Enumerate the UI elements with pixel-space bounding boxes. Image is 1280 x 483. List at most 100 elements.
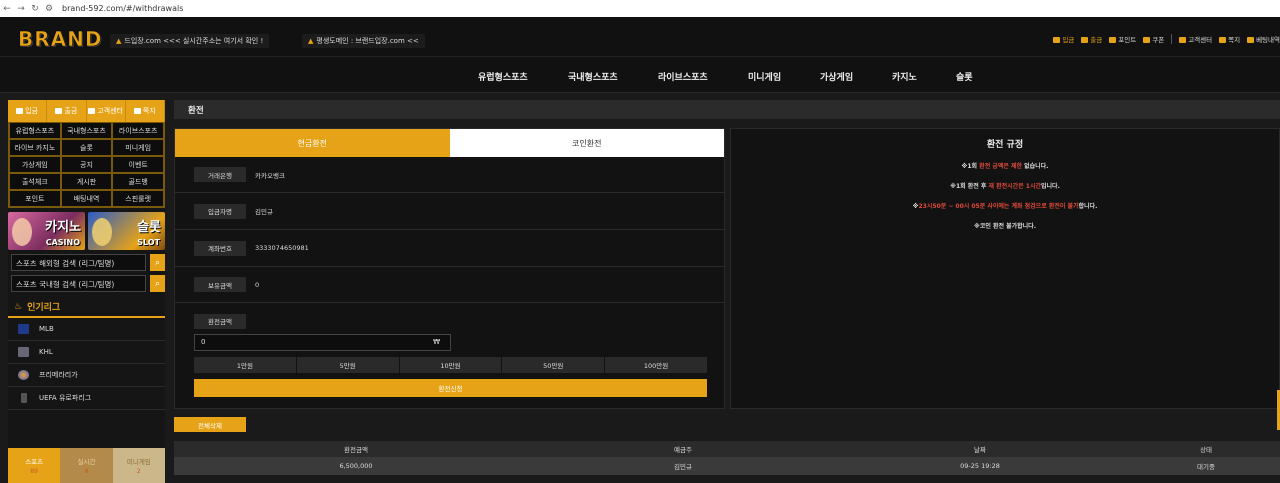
depositor-label: 입금자명 bbox=[194, 203, 246, 219]
message-icon bbox=[1219, 37, 1227, 43]
casino-banner[interactable]: 카지노 CASINO bbox=[8, 212, 85, 250]
forward-icon[interactable]: → bbox=[14, 4, 28, 14]
link-withdraw[interactable]: 출금 bbox=[1081, 34, 1102, 44]
sidebar-item[interactable]: 라이브스포츠 bbox=[112, 122, 164, 139]
league-item[interactable]: 프리메라리가 bbox=[8, 364, 165, 387]
chip-50k[interactable]: 5만원 bbox=[296, 357, 399, 373]
sidebar-item[interactable]: 국내형스포츠 bbox=[60, 122, 113, 139]
amount-input[interactable]: 0 ₩ bbox=[194, 334, 451, 351]
cell-amount: 6,500,000 bbox=[339, 462, 373, 470]
tab-cash-withdraw[interactable]: 현금환전 bbox=[175, 129, 450, 157]
sidebar-message[interactable]: 쪽지 bbox=[126, 100, 165, 122]
balance-row: 보유금액 0 bbox=[175, 267, 724, 303]
nav-virtual[interactable]: 가상게임 bbox=[820, 70, 853, 83]
point-icon bbox=[1109, 37, 1117, 43]
chip-10k[interactable]: 1만원 bbox=[194, 357, 296, 373]
sidebar-item[interactable]: 출석체크 bbox=[9, 173, 61, 190]
link-support[interactable]: 고객센터 bbox=[1179, 34, 1212, 44]
link-bet-history[interactable]: 베팅내역 bbox=[1247, 34, 1280, 44]
reload-icon[interactable]: ↻ bbox=[28, 4, 42, 14]
nav-domestic-sports[interactable]: 국내형스포츠 bbox=[568, 70, 618, 83]
delete-all-button[interactable]: 전체삭제 bbox=[174, 417, 246, 432]
withdraw-icon bbox=[1081, 37, 1089, 43]
rule-line: ※23시50분 ~ 00시 05분 사이에는 계좌 점검으로 환전이 불가합니다… bbox=[912, 203, 1098, 210]
main-nav: 유럽형스포츠 국내형스포츠 라이브스포츠 미니게임 가상게임 카지노 슬롯 bbox=[0, 57, 1280, 93]
search-overseas-input[interactable]: 스포츠 해외형 검색 (리그/팀명) bbox=[11, 254, 146, 271]
tab-live[interactable]: 실시간 8 bbox=[60, 448, 113, 483]
sidebar-item[interactable]: 골드뱅 bbox=[112, 173, 164, 190]
search-icon[interactable]: ⌕ bbox=[150, 254, 165, 271]
nav-euro-sports[interactable]: 유럽형스포츠 bbox=[478, 70, 528, 83]
won-icon: ₩ bbox=[433, 338, 440, 346]
withdraw-history-table: 환전금액 예금주 날짜 상태 6,500,000 김민규 09-25 19:28… bbox=[174, 441, 1280, 475]
nav-live-sports[interactable]: 라이브스포츠 bbox=[658, 70, 708, 83]
col-status: 상태 bbox=[1200, 446, 1212, 454]
search-overseas: 스포츠 해외형 검색 (리그/팀명) ⌕ bbox=[8, 254, 165, 271]
sidebar-item[interactable]: 유럽형스포츠 bbox=[9, 122, 61, 139]
league-item[interactable]: UEFA 유로파리그 bbox=[8, 387, 165, 410]
depositor-value: 김민규 bbox=[255, 208, 273, 216]
chip-500k[interactable]: 50만원 bbox=[502, 357, 605, 373]
brand-logo[interactable]: BRAND bbox=[18, 27, 102, 52]
europa-league-icon bbox=[21, 393, 27, 403]
withdraw-submit-button[interactable]: 환전신청 bbox=[194, 379, 707, 397]
nav-slot[interactable]: 슬롯 bbox=[956, 70, 973, 83]
sidebar-item[interactable]: 공지 bbox=[60, 156, 113, 173]
slot-banner[interactable]: 슬롯 SLOT bbox=[88, 212, 165, 250]
bank-value: 카카오뱅크 bbox=[255, 171, 285, 180]
withdraw-form-panel: 현금환전 코인환전 거래은행 카카오뱅크 입금자명 김민규 계좌번호 33330… bbox=[174, 128, 725, 409]
notice-1: ▲ 드입장.com <<< 실시간주소는 여기서 확인 ! bbox=[110, 34, 270, 48]
link-message[interactable]: 쪽지 bbox=[1219, 34, 1240, 44]
sidebar-item[interactable]: 게시판 bbox=[60, 173, 113, 190]
sidebar-support[interactable]: 고객센터 bbox=[87, 100, 126, 122]
game-banners: 카지노 CASINO 슬롯 SLOT bbox=[8, 212, 165, 250]
link-coupon[interactable]: 쿠폰 bbox=[1143, 34, 1164, 44]
table-row: 6,500,000 김민규 09-25 19:28 대기중 bbox=[174, 457, 1280, 475]
link-deposit[interactable]: 입금 bbox=[1053, 34, 1074, 44]
rule-line: ※코인 환전 불가합니다. bbox=[974, 223, 1036, 230]
amount-chips: 1만원 5만원 10만원 50만원 100만원 bbox=[194, 357, 707, 373]
sidebar-item[interactable]: 스핀룰렛 bbox=[112, 190, 164, 207]
link-point[interactable]: 포인트 bbox=[1109, 34, 1136, 44]
sidebar-menu-grid: 유럽형스포츠 국내형스포츠 라이브스포츠 라이브 카지노 슬롯 미니게임 가상게… bbox=[8, 122, 165, 208]
mlb-icon bbox=[18, 324, 29, 334]
league-item[interactable]: MLB bbox=[8, 318, 165, 341]
search-domestic-input[interactable]: 스포츠 국내형 검색 (리그/팀명) bbox=[11, 275, 146, 292]
back-icon[interactable]: ← bbox=[0, 4, 14, 14]
nav-minigame[interactable]: 미니게임 bbox=[748, 70, 781, 83]
laliga-icon bbox=[18, 370, 29, 380]
sidebar-deposit[interactable]: 입금 bbox=[8, 100, 48, 122]
main-content: 환전 현금환전 코인환전 거래은행 카카오뱅크 입금자명 김민규 계좌번호 33… bbox=[174, 100, 1280, 483]
nav-casino[interactable]: 카지노 bbox=[892, 70, 917, 83]
search-icon[interactable]: ⌕ bbox=[150, 275, 165, 292]
sidebar: 입금 출금 고객센터 쪽지 유럽형스포츠 국내형스포츠 라이브스포츠 라이브 카… bbox=[8, 100, 165, 483]
address-bar[interactable]: brand-592.com/#/withdrawals bbox=[62, 4, 183, 13]
chip-1m[interactable]: 100만원 bbox=[605, 357, 707, 373]
sidebar-item[interactable]: 이벤트 bbox=[112, 156, 164, 173]
coupon-icon bbox=[1143, 37, 1151, 43]
league-item[interactable]: KHL bbox=[8, 341, 165, 364]
chip-100k[interactable]: 10만원 bbox=[399, 357, 502, 373]
col-date: 날짜 bbox=[974, 446, 986, 454]
sidebar-item[interactable]: 가상게임 bbox=[9, 156, 61, 173]
sidebar-item[interactable]: 슬롯 bbox=[60, 139, 113, 156]
account-row: 계좌번호 3333074650981 bbox=[175, 230, 724, 267]
tab-coin-withdraw[interactable]: 코인환전 bbox=[449, 129, 724, 157]
support-icon bbox=[1179, 37, 1187, 43]
character-illustration bbox=[92, 218, 112, 246]
sidebar-item[interactable]: 미니게임 bbox=[112, 139, 164, 156]
sidebar-item[interactable]: 라이브 카지노 bbox=[9, 139, 61, 156]
site-info-icon[interactable]: ⚙ bbox=[42, 4, 56, 14]
rules-title: 환전 규정 bbox=[986, 140, 1024, 150]
sidebar-withdraw[interactable]: 출금 bbox=[47, 100, 87, 122]
popular-leagues-header: ♨ 인기리그 bbox=[8, 297, 165, 318]
deposit-icon bbox=[1053, 37, 1061, 43]
sidebar-item[interactable]: 포인트 bbox=[9, 190, 61, 207]
sidebar-item[interactable]: 배팅내역 bbox=[60, 190, 113, 207]
tab-minigame[interactable]: 미니게임 2 bbox=[112, 448, 165, 483]
sidebar-quick-menu: 입금 출금 고객센터 쪽지 bbox=[8, 100, 165, 122]
notice-2: ▲ 평생도메인 : 브랜드입장.com << bbox=[302, 34, 425, 48]
tab-sports[interactable]: 스포츠 89 bbox=[8, 448, 61, 483]
balance-value: 0 bbox=[255, 280, 260, 289]
col-holder: 예금주 bbox=[674, 446, 692, 454]
